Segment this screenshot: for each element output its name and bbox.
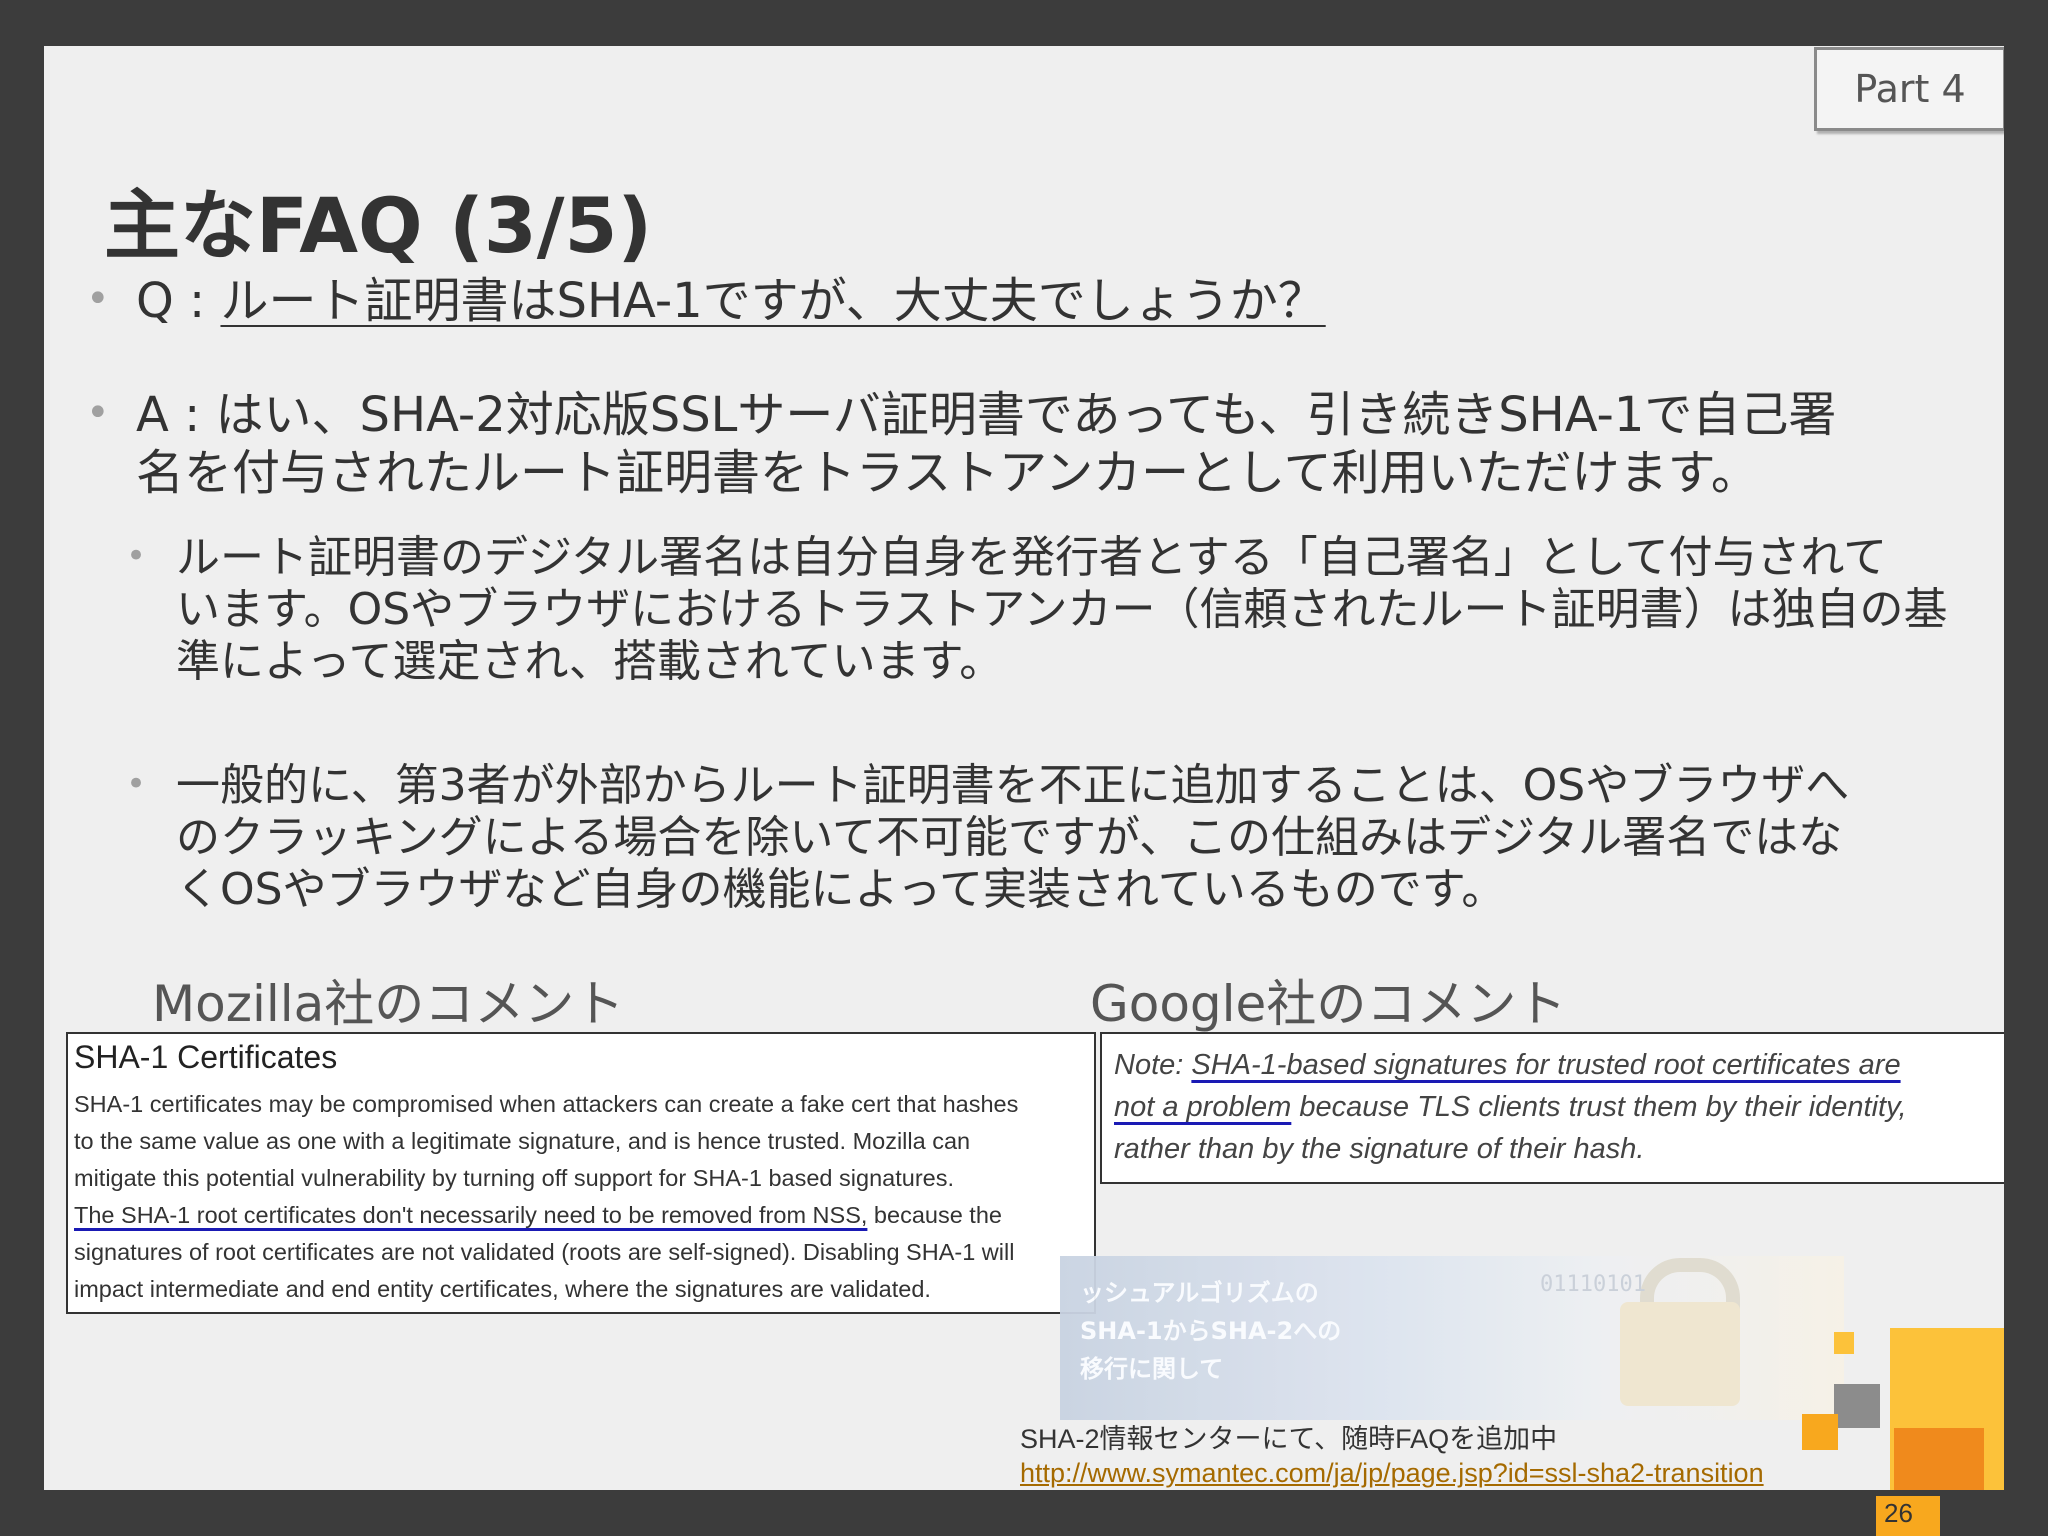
sha2-info-link[interactable]: http://www.symantec.com/ja/jp/page.jsp?i… (1020, 1456, 1764, 1490)
slide: Part 4 主なFAQ (3/5) • Q : ルート証明書はSHA-1ですが… (44, 46, 2004, 1490)
detail-1-line-3: 準によって選定され、搭載されています。 (176, 636, 1004, 687)
google-line-2: not a problem because TLS clients trust … (1114, 1086, 2004, 1128)
bullet-dot-icon: • (86, 390, 110, 436)
mozilla-line-2: to the same value as one with a legitima… (74, 1128, 971, 1154)
page-number: 26 (1884, 1498, 1913, 1528)
info-text: SHA-2情報センターにて、随時FAQを追加中 (1020, 1424, 1558, 1454)
detail-1-line-1: ルート証明書のデジタル署名は自分自身を発行者とする「自己署名」として付与されて (176, 532, 1888, 583)
google-underlined-text-2: not a problem (1114, 1091, 1292, 1123)
mozilla-line-3: mitigate this potential vulnerability by… (74, 1165, 954, 1191)
sha2-banner-image[interactable]: 01110101 ッシュアルゴリズムの SHA-1からSHA-2への 移行に関し… (1060, 1256, 1844, 1420)
mozilla-box-title: SHA-1 Certificates (74, 1039, 338, 1075)
google-line-1: Note: SHA-1-based signatures for trusted… (1114, 1044, 2004, 1086)
answer-detail-1: • ルート証明書のデジタル署名は自分自身を発行者とする「自己署名」として付与され… (126, 532, 1948, 688)
info-block: SHA-2情報センターにて、随時FAQを追加中 http://www.syman… (1020, 1422, 1764, 1490)
banner-text: ッシュアルゴリズムの SHA-1からSHA-2への 移行に関して (1080, 1279, 1342, 1383)
detail-2-line-2: のクラッキングによる場合を除いて不可能ですが、この仕組みはデジタル署名ではな (176, 812, 1843, 863)
google-note-prefix: Note: (1114, 1049, 1192, 1081)
answer-line-2: 名を付与されたルート証明書をトラストアンカーとして利用いただけます。 (136, 445, 1759, 501)
page-title: 主なFAQ (3/5) (104, 181, 653, 270)
mozilla-comment-box: SHA-1 Certificates SHA-1 certificates ma… (66, 1032, 1096, 1314)
faq-question: • Q : ルート証明書はSHA-1ですが、大丈夫でしょうか？ (86, 272, 1326, 330)
google-underlined-text-1: SHA-1-based signatures for trusted root … (1191, 1049, 1901, 1081)
google-line-2-rest: because TLS clients trust them by their … (1291, 1091, 1907, 1123)
deco-square-orange (1894, 1428, 1984, 1490)
detail-1-line-2: います。OSやブラウザにおけるトラストアンカー（信頼されたルート証明書）は独自の… (176, 584, 1948, 635)
google-line-3: rather than by the signature of their ha… (1114, 1133, 1645, 1165)
deco-square-small-yellow (1834, 1332, 1854, 1354)
detail-2-line-3: くOSやブラウザなど自身の機能によって実装されているものです。 (176, 864, 1506, 915)
question-prefix: Q : (136, 273, 221, 329)
answer-detail-2: • 一般的に、第3者が外部からルート証明書を不正に追加することは、OSやブラウザ… (126, 760, 1850, 916)
detail-2-line-1: 一般的に、第3者が外部からルート証明書を不正に追加することは、OSやブラウザへ (176, 760, 1850, 811)
bullet-dot-icon: • (86, 276, 110, 322)
mozilla-heading: Mozilla社のコメント (152, 975, 625, 1033)
part-label: Part 4 (1814, 47, 2004, 131)
mozilla-line-1: SHA-1 certificates may be compromised wh… (74, 1091, 1019, 1117)
mozilla-line-5: signatures of root certificates are not … (74, 1239, 1015, 1265)
binary-digits: 01110101 (1540, 1272, 1646, 1297)
mozilla-line-6: impact intermediate and end entity certi… (74, 1276, 931, 1302)
deco-square-orange-small (1802, 1414, 1838, 1450)
mozilla-line-4-rest: because the (867, 1202, 1002, 1228)
mozilla-underlined-text: The SHA-1 root certificates don't necess… (74, 1202, 868, 1228)
mozilla-line-4: The SHA-1 root certificates don't necess… (74, 1197, 1088, 1234)
question-text: ルート証明書はSHA-1ですが、大丈夫でしょうか？ (220, 273, 1326, 329)
google-comment-box: Note: SHA-1-based signatures for trusted… (1100, 1032, 2004, 1184)
answer-line-1: A : はい、SHA-2対応版SSLサーバ証明書であっても、引き続きSHA-1で… (136, 387, 1837, 443)
bullet-dot-icon: • (126, 536, 147, 576)
padlock-icon (1620, 1302, 1740, 1406)
faq-answer: • A : はい、SHA-2対応版SSLサーバ証明書であっても、引き続きSHA-… (86, 386, 1837, 502)
deco-square-gray (1834, 1384, 1880, 1428)
google-heading: Google社のコメント (1090, 975, 1567, 1033)
bullet-dot-icon: • (126, 764, 147, 804)
